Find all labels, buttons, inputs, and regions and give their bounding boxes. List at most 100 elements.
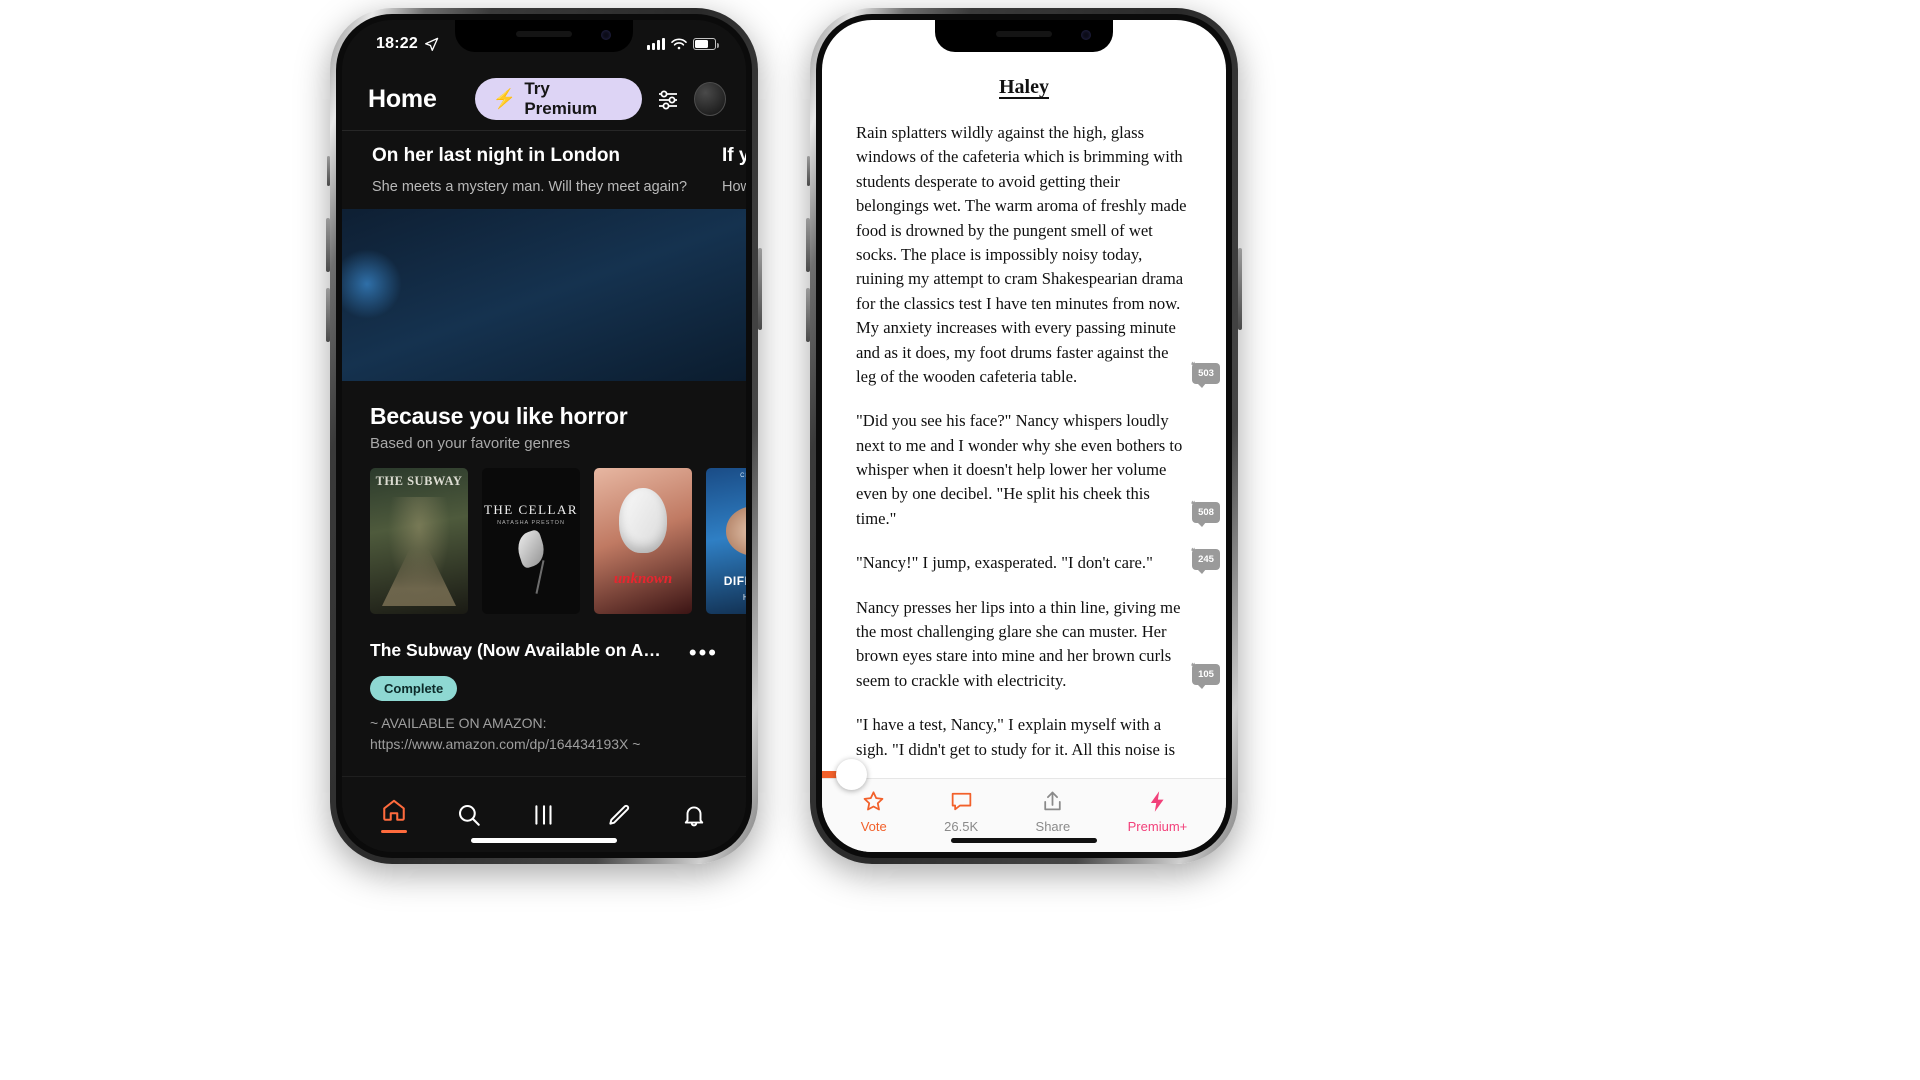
tab-search[interactable] (456, 802, 482, 828)
earpiece-speaker (996, 31, 1052, 37)
home-icon (382, 799, 405, 821)
wifi-icon (671, 38, 687, 50)
hero-next-title: If y (722, 145, 746, 166)
star-vote-icon (863, 791, 884, 811)
book-card[interactable]: THE CELLAR NATASHA PRESTON (482, 468, 580, 614)
story-preview-block[interactable]: The Subway (Now Available on Amazon!… ••… (342, 614, 746, 755)
right-phone-screen: Haley Rain splatters wildly against the … (822, 20, 1226, 852)
left-phone-screen: 18:22 Home ⚡ Try Premium On her last nig… (342, 20, 746, 852)
stem-graphic (535, 560, 545, 594)
book-title: THE SUBWAY (375, 474, 463, 488)
hero-slide-next[interactable]: If y How (700, 131, 746, 209)
home-app: 18:22 Home ⚡ Try Premium On her last nig… (342, 20, 746, 852)
vote-button[interactable]: Vote (861, 789, 887, 834)
front-camera (1081, 30, 1091, 40)
share-label: Share (1035, 819, 1071, 834)
book-author: HEAR (706, 593, 746, 602)
volume-down-button[interactable] (806, 288, 810, 342)
section-subtitle: Based on your favorite genres (370, 435, 571, 452)
notch (935, 20, 1113, 52)
reading-progress-scrubber[interactable] (822, 759, 867, 790)
section-title: Because you like horror (370, 403, 628, 429)
reader-text-area[interactable]: Rain splatters wildly against the high, … (822, 99, 1226, 778)
paragraph: "Nancy!" I jump, exasperated. "I don't c… (856, 553, 1153, 573)
page-title: Home (368, 84, 437, 113)
inline-comment-count[interactable]: ❝ 245 (1191, 547, 1220, 574)
comment-count-value: 508 (1198, 506, 1214, 518)
book-title: DIFFE VIR (723, 574, 746, 589)
reader-app: Haley Rain splatters wildly against the … (822, 20, 1226, 852)
pencil-write-icon (609, 804, 630, 825)
comments-button[interactable]: 26.5K (944, 789, 978, 834)
scrubber-handle[interactable] (836, 759, 867, 790)
tab-notifications[interactable] (681, 802, 707, 828)
left-phone-device: 18:22 Home ⚡ Try Premium On her last nig… (326, 8, 762, 864)
hero-title: On her last night in London (372, 145, 621, 166)
comment-quote-icon: ❝ (1191, 361, 1196, 370)
book-card[interactable]: CRYSTA DIFFE VIR HEAR (706, 468, 746, 614)
bell-icon (685, 805, 704, 826)
face-graphic (725, 505, 746, 556)
battery-icon (693, 38, 719, 50)
lightning-bolt-icon: ⚡ (492, 88, 517, 110)
comment-count-value: 503 (1198, 367, 1214, 379)
mute-switch[interactable] (807, 156, 810, 186)
right-phone-device: Haley Rain splatters wildly against the … (806, 8, 1242, 864)
share-button[interactable]: Share (1035, 789, 1071, 834)
hero-cover-row[interactable]: DAMNEN (342, 209, 746, 381)
power-button[interactable] (1238, 248, 1242, 330)
screenshot-canvas: 18:22 Home ⚡ Try Premium On her last nig… (0, 0, 1920, 1080)
paragraph: "Did you see his face?" Nancy whispers l… (856, 411, 1183, 528)
hero-slide-primary[interactable]: On her last night in London She meets a … (342, 131, 700, 209)
tab-write[interactable] (606, 802, 632, 828)
share-icon (1044, 791, 1062, 811)
comment-quote-icon: ❝ (1191, 500, 1196, 509)
book-card[interactable]: THE SUBWAY (370, 468, 468, 614)
left-phone-bezel: 18:22 Home ⚡ Try Premium On her last nig… (336, 14, 752, 858)
sliders-filter-icon[interactable] (652, 82, 684, 116)
right-phone-bezel: Haley Rain splatters wildly against the … (816, 14, 1232, 858)
paragraph: Nancy presses her lips into a thin line,… (856, 597, 1181, 690)
home-indicator (471, 838, 617, 843)
story-description: ~ AVAILABLE ON AMAZON: https://www.amazo… (370, 715, 641, 752)
inline-comment-count[interactable]: ❝ 105 (1191, 662, 1220, 689)
paragraph: "I have a test, Nancy," I explain myself… (856, 715, 1176, 759)
book-shelf[interactable]: THE SUBWAY THE CELLAR NATASHA PRESTON un… (370, 468, 746, 614)
hero-next-subtitle: How (722, 179, 746, 195)
tab-home[interactable] (380, 797, 407, 833)
try-premium-button[interactable]: ⚡ Try Premium (474, 78, 642, 120)
story-title: The Subway (Now Available on Amazon!… (370, 640, 670, 660)
navigation-arrow-icon (424, 37, 439, 51)
volume-down-button[interactable] (326, 288, 330, 342)
tab-library[interactable] (531, 802, 557, 828)
avatar[interactable] (693, 82, 726, 116)
book-kicker: CRYSTA (740, 473, 746, 479)
power-button[interactable] (758, 248, 762, 330)
active-tab-indicator (380, 829, 407, 833)
cellular-signal-icon (647, 38, 665, 50)
home-indicator (951, 838, 1097, 843)
inline-comment-count[interactable]: ❝ 508 (1191, 500, 1220, 527)
paragraph: Rain splatters wildly against the high, … (856, 123, 1187, 386)
book-card[interactable]: unknown (594, 468, 692, 614)
app-top-bar: Home ⚡ Try Premium (342, 68, 746, 130)
mask-graphic (619, 488, 667, 553)
inline-comment-count[interactable]: ❝ 503 (1191, 361, 1220, 388)
mute-switch[interactable] (327, 156, 330, 186)
volume-up-button[interactable] (326, 218, 330, 272)
earpiece-speaker (516, 31, 572, 37)
comment-count-value: 105 (1198, 668, 1214, 680)
volume-up-button[interactable] (806, 218, 810, 272)
status-bar-time: 18:22 (376, 35, 418, 52)
hero-cover-next[interactable] (342, 209, 746, 381)
hero-carousel[interactable]: On her last night in London She meets a … (342, 131, 746, 209)
premium-plus-button[interactable]: Premium+ (1128, 789, 1187, 834)
front-camera (601, 30, 611, 40)
chapter-title: Haley (999, 76, 1049, 98)
more-options-icon[interactable]: ••• (689, 640, 718, 664)
hero-subtitle: She meets a mystery man. Will they meet … (372, 179, 688, 195)
comment-quote-icon: ❝ (1191, 547, 1196, 556)
book-author: NATASHA PRESTON (497, 520, 565, 526)
home-scroll-area[interactable]: On her last night in London She meets a … (342, 131, 746, 776)
comment-quote-icon: ❝ (1191, 662, 1196, 671)
